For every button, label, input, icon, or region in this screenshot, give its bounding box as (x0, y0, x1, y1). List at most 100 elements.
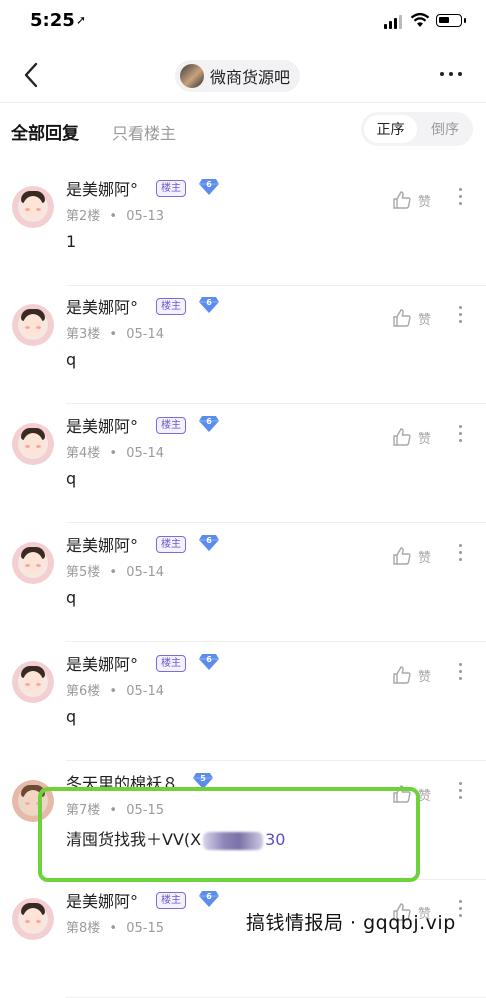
level-gem-icon: 6 (198, 534, 220, 552)
post-meta: 第2楼 • 05-13 (66, 205, 164, 224)
reply-item[interactable]: 是美娜阿° 楼主 6 第5楼 • 05-14 q 赞 (0, 524, 486, 642)
post-meta: 第4楼 • 05-14 (66, 442, 164, 461)
reply-menu-icon[interactable] (459, 782, 462, 799)
status-bar: 5:25 ➚ (0, 0, 486, 44)
watermark: 搞钱情报局 · gqqbj.vip (246, 912, 456, 934)
level-number: 6 (206, 180, 212, 189)
wifi-icon (410, 12, 430, 27)
author-name[interactable]: 是美娜阿° (66, 651, 138, 675)
meta-separator: • (109, 446, 118, 461)
level-number: 6 (206, 892, 212, 901)
like-button[interactable]: 赞 (392, 190, 431, 210)
post-meta: 第6楼 • 05-14 (66, 680, 164, 699)
meta-separator: • (109, 684, 118, 699)
reply-content: q (66, 588, 76, 607)
reply-menu-icon[interactable] (459, 306, 462, 323)
like-label: 赞 (418, 431, 432, 447)
reply-menu-icon[interactable] (459, 188, 462, 205)
like-button[interactable]: 赞 (392, 546, 431, 566)
highlight-box (38, 787, 420, 882)
more-options-icon[interactable] (440, 72, 462, 76)
reply-content: q (66, 469, 76, 488)
reply-text: 1 (66, 232, 77, 251)
floor-number: 第6楼 (66, 684, 101, 699)
avatar[interactable] (12, 423, 54, 465)
floor-number: 第4楼 (66, 446, 101, 461)
thumbs-up-icon (393, 666, 411, 684)
row-divider (66, 522, 486, 523)
reply-item[interactable]: 是美娜阿° 楼主 6 第8楼 • 05-15 赞 (0, 880, 486, 998)
level-number: 6 (206, 298, 212, 307)
level-number: 5 (200, 774, 206, 783)
level-gem-icon: 6 (198, 296, 220, 314)
reply-content: q (66, 707, 76, 726)
floor-number: 第8楼 (66, 921, 101, 936)
level-number: 6 (206, 536, 212, 545)
tab-all-replies[interactable]: 全部回复 (11, 119, 79, 144)
reply-item[interactable]: 是美娜阿° 楼主 6 第3楼 • 05-14 q 赞 (0, 286, 486, 404)
like-label: 赞 (418, 669, 432, 685)
row-divider (66, 641, 486, 642)
level-gem-icon: 6 (198, 890, 220, 908)
back-icon[interactable] (18, 60, 48, 90)
reply-item[interactable]: 是美娜阿° 楼主 6 第2楼 • 05-13 1 赞 (0, 168, 486, 286)
reply-menu-icon[interactable] (459, 900, 462, 917)
order-asc-button[interactable]: 正序 (364, 115, 417, 143)
author-name[interactable]: 是美娜阿° (66, 888, 138, 912)
status-time: 5:25 (30, 10, 75, 31)
avatar[interactable] (12, 304, 54, 346)
post-date: 05-14 (126, 684, 165, 699)
level-gem-icon: 6 (198, 415, 220, 433)
owner-badge: 楼主 (156, 180, 186, 197)
thumbs-up-icon (393, 309, 411, 327)
post-meta: 第8楼 • 05-15 (66, 917, 164, 936)
reply-item[interactable]: 是美娜阿° 楼主 6 第6楼 • 05-14 q 赞 (0, 643, 486, 761)
order-desc-button[interactable]: 倒序 (419, 115, 471, 143)
reply-text: q (66, 350, 77, 369)
post-date: 05-14 (126, 446, 165, 461)
level-number: 6 (206, 417, 212, 426)
post-date: 05-15 (126, 921, 165, 936)
like-label: 赞 (418, 194, 432, 210)
avatar[interactable] (12, 186, 54, 228)
reply-text: q (66, 588, 77, 607)
row-divider (66, 403, 486, 404)
level-gem-icon: 6 (198, 178, 220, 196)
reply-menu-icon[interactable] (459, 544, 462, 561)
post-date: 05-14 (126, 327, 165, 342)
forum-pill[interactable]: 微商货源吧 (175, 60, 301, 92)
row-divider (66, 760, 486, 761)
owner-badge: 楼主 (156, 298, 186, 315)
like-button[interactable]: 赞 (392, 427, 431, 447)
thumbs-up-icon (393, 191, 411, 209)
post-meta: 第3楼 • 05-14 (66, 323, 164, 342)
reply-content: q (66, 350, 76, 369)
level-gem-icon: 6 (198, 653, 220, 671)
location-arrow-icon: ➚ (76, 13, 87, 27)
reply-menu-icon[interactable] (459, 425, 462, 442)
author-name[interactable]: 是美娜阿° (66, 176, 138, 200)
post-date: 05-13 (126, 209, 165, 224)
post-meta: 第5楼 • 05-14 (66, 561, 164, 580)
nav-divider (0, 102, 486, 103)
meta-separator: • (109, 209, 118, 224)
forum-name: 微商货源吧 (210, 68, 291, 87)
reply-item[interactable]: 是美娜阿° 楼主 6 第4楼 • 05-14 q 赞 (0, 405, 486, 523)
avatar[interactable] (12, 542, 54, 584)
cellular-signal-icon (384, 15, 404, 29)
author-name[interactable]: 是美娜阿° (66, 413, 138, 437)
owner-badge: 楼主 (156, 892, 186, 909)
forum-avatar (180, 64, 204, 88)
like-button[interactable]: 赞 (392, 665, 431, 685)
avatar[interactable] (12, 661, 54, 703)
like-button[interactable]: 赞 (392, 308, 431, 328)
author-name[interactable]: 是美娜阿° (66, 294, 138, 318)
meta-separator: • (109, 921, 118, 936)
avatar[interactable] (12, 898, 54, 940)
tab-owner-only[interactable]: 只看楼主 (112, 120, 176, 144)
level-number: 6 (206, 655, 212, 664)
reply-menu-icon[interactable] (459, 663, 462, 680)
owner-badge: 楼主 (156, 536, 186, 553)
author-name[interactable]: 是美娜阿° (66, 532, 138, 556)
nav-bar: 微商货源吧 (0, 50, 486, 104)
